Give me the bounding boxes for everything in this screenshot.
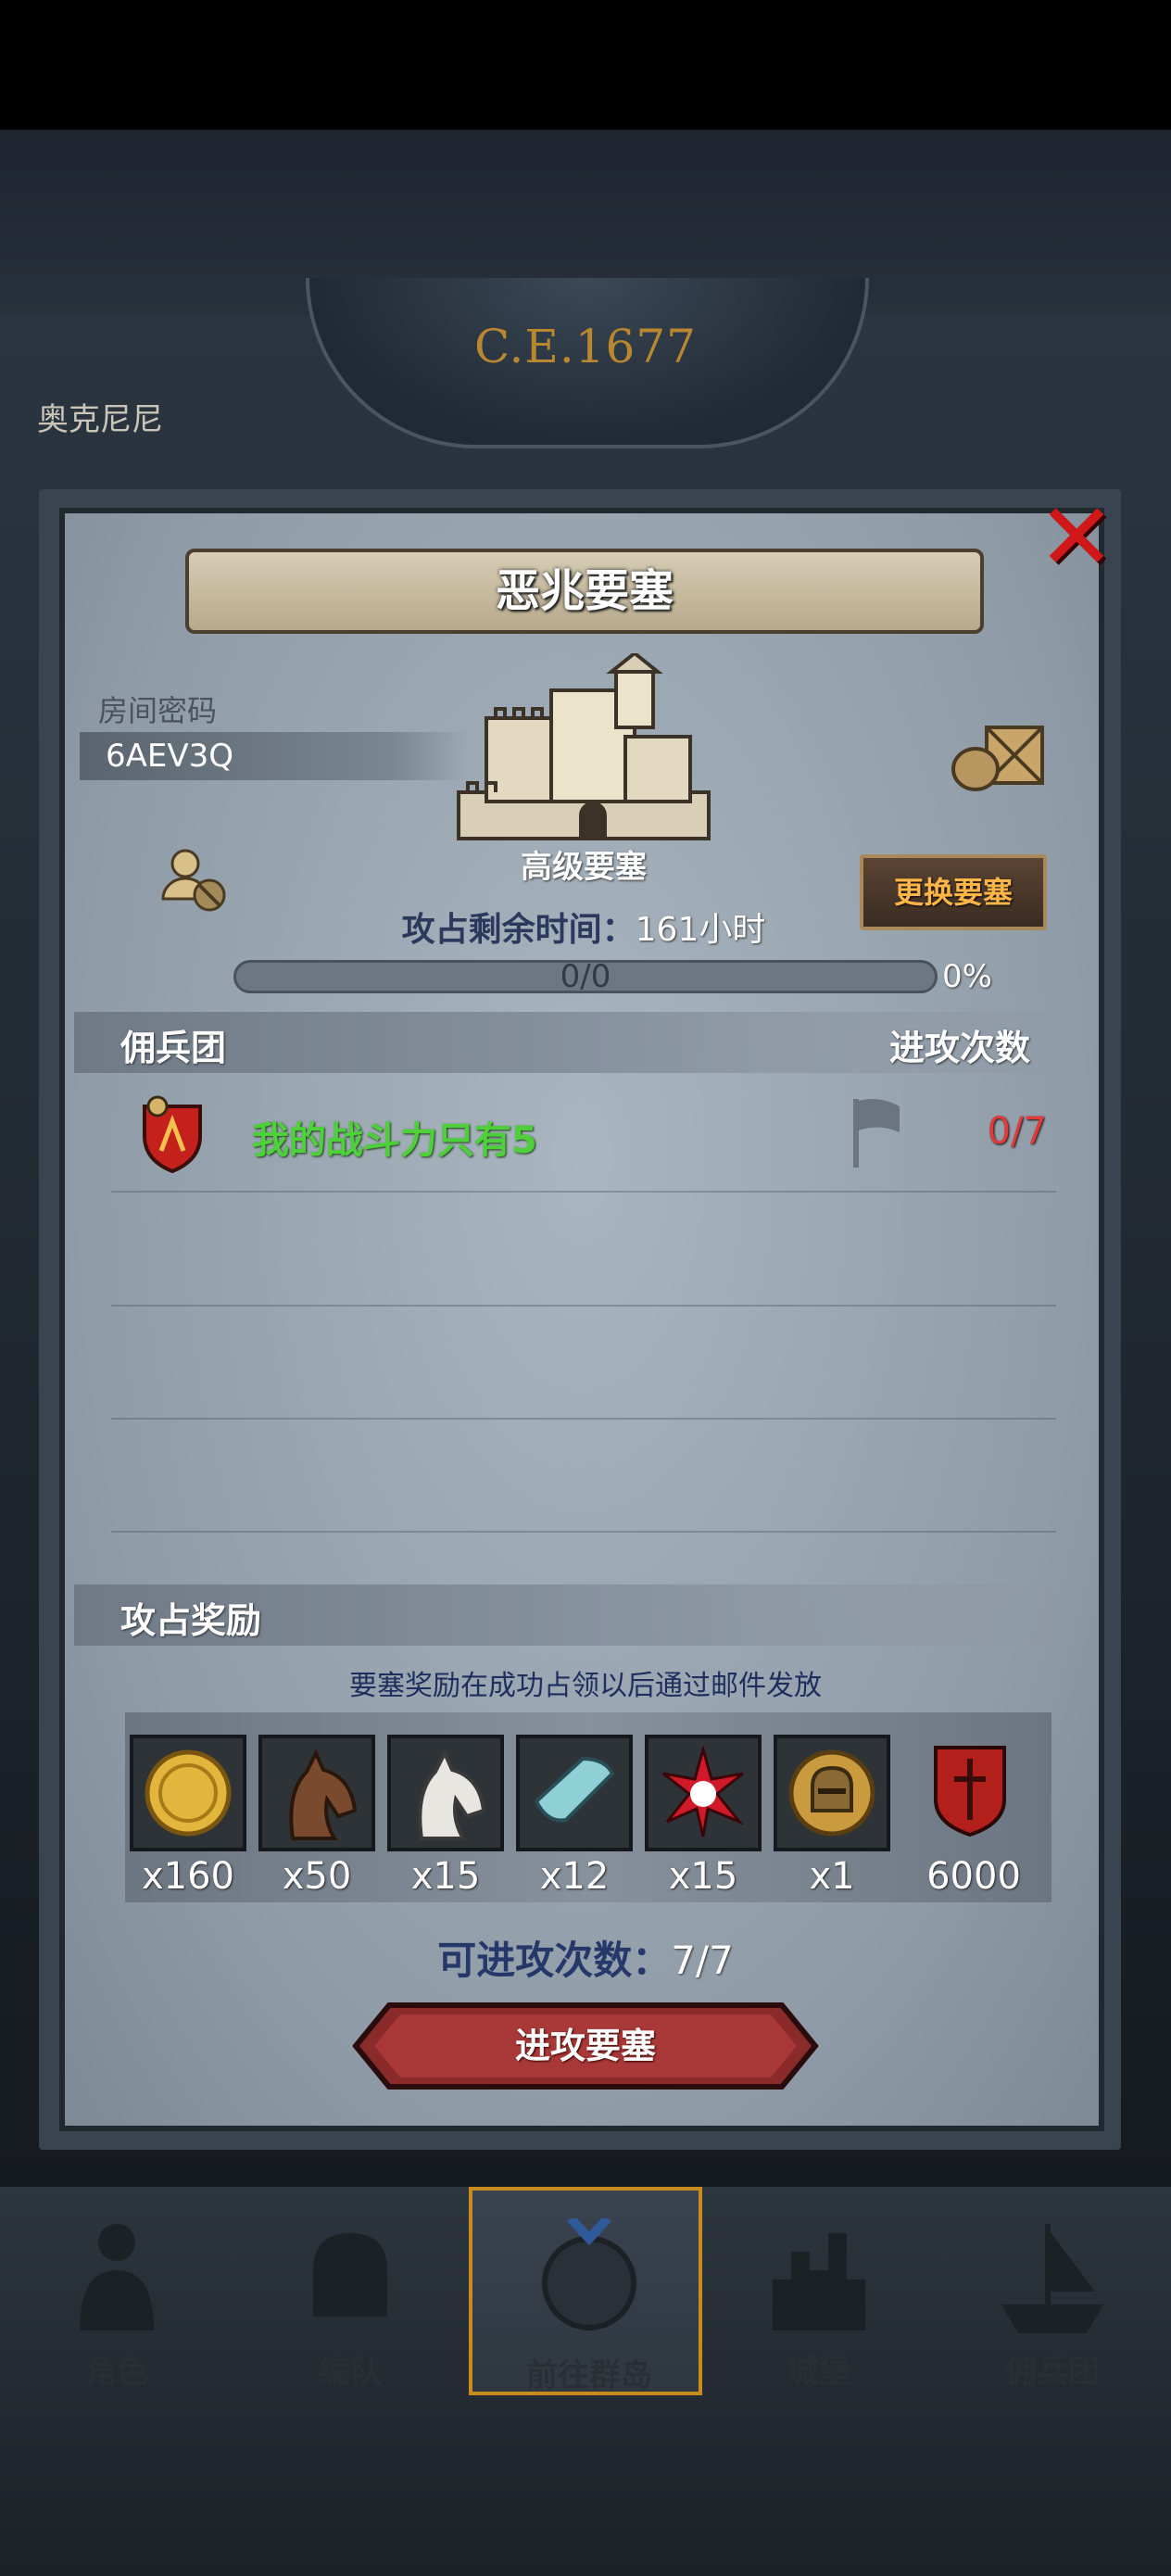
reward-slot[interactable]: [645, 1735, 762, 1851]
reward-slot[interactable]: [915, 1735, 1032, 1851]
attack-count-header: 进攻次数: [889, 1028, 1031, 1068]
remaining-attacks-value: 7/7: [671, 1938, 734, 1983]
reward-slot[interactable]: [130, 1735, 246, 1851]
remaining-attacks: 可进攻次数：7/7: [0, 1929, 1171, 1986]
helmet-icon: [313, 2233, 387, 2317]
row-divider: [111, 1531, 1056, 1533]
nav-go-islands[interactable]: 前往群岛: [469, 2187, 702, 2395]
era-text: C.E.1677: [473, 320, 697, 373]
reward-slot[interactable]: [774, 1735, 890, 1851]
knight-helmet-coin-icon: [788, 1749, 875, 1837]
reward-header: 攻占奖励: [120, 1600, 262, 1641]
guild-name[interactable]: 我的战斗力只有5: [252, 1110, 537, 1164]
room-code: 6AEV3Q: [80, 732, 469, 780]
nav-castle[interactable]: 城堡: [702, 2187, 936, 2395]
reward-slot[interactable]: [387, 1735, 504, 1851]
red-crystal-icon: [662, 1746, 744, 1837]
close-icon[interactable]: ✕: [1038, 483, 1115, 591]
reward-qty: x15: [410, 1855, 481, 1898]
castle-icon: [457, 653, 711, 840]
room-code-label: 房间密码: [98, 693, 218, 728]
remaining-attacks-label: 可进攻次数：: [437, 1938, 672, 1983]
row-divider: [111, 1418, 1056, 1420]
ship-icon: [1001, 2224, 1104, 2333]
brown-horse-icon: [289, 1749, 358, 1840]
flag-icon: [853, 1099, 900, 1168]
time-remaining-value: 161小时: [635, 911, 766, 949]
nav-label: 编队: [319, 2354, 382, 2391]
fortress-name: 高级要塞: [521, 849, 647, 886]
row-divider: [111, 1191, 1056, 1193]
location-label: 奥克尼尼: [37, 401, 163, 438]
gold-coin-icon: [145, 1749, 232, 1837]
close-button[interactable]: ✕: [1030, 491, 1123, 584]
nav-label: 前往群岛: [526, 2357, 652, 2394]
guild-banner-icon: [934, 1746, 1006, 1837]
reward-qty: x12: [539, 1855, 610, 1898]
supply-crate-icon[interactable]: [950, 718, 1047, 792]
guild-attack-count: 0/7: [987, 1110, 1047, 1153]
progress-percent: 0%: [942, 958, 992, 995]
status-bar: [0, 0, 1171, 130]
reward-qty: x160: [141, 1855, 235, 1898]
knight-icon: [80, 2224, 154, 2330]
globe-icon: [542, 2218, 636, 2330]
reward-qty: x15: [668, 1855, 738, 1898]
reward-slot[interactable]: [258, 1735, 375, 1851]
nav-label: 佣兵团: [1005, 2354, 1100, 2391]
reward-slot[interactable]: [516, 1735, 633, 1851]
attack-fortress-label[interactable]: 进攻要塞: [352, 2001, 819, 2090]
nav-label: 城堡: [787, 2354, 850, 2391]
mercenary-header: 佣兵团: [120, 1028, 227, 1068]
guild-shield-icon: [143, 1095, 202, 1173]
time-remaining: 攻占剩余时间：161小时: [352, 903, 815, 951]
progress-text: 0/0: [560, 958, 611, 995]
cloth-roll-icon: [534, 1756, 615, 1823]
nav-formation[interactable]: 编队: [233, 2187, 467, 2395]
reward-qty: x1: [809, 1855, 855, 1898]
dialog-title: 恶兆要塞: [495, 565, 674, 617]
nav-label: 角色: [85, 2354, 148, 2391]
nav-mercenary[interactable]: 佣兵团: [936, 2187, 1169, 2395]
castle-nav-icon: [773, 2233, 865, 2330]
reward-qty: 6000: [926, 1855, 1021, 1898]
reward-qty: x50: [282, 1855, 352, 1898]
white-horse-icon: [418, 1749, 486, 1840]
user-blocked-icon[interactable]: [157, 843, 232, 917]
bottom-bar: [0, 2395, 1171, 2576]
time-remaining-label: 攻占剩余时间：: [401, 911, 636, 949]
swap-fortress-button[interactable]: 更换要塞: [860, 854, 1047, 930]
row-divider: [111, 1305, 1056, 1307]
nav-character[interactable]: 角色: [0, 2187, 233, 2395]
reward-note: 要塞奖励在成功占领以后通过邮件发放: [349, 1670, 822, 1702]
